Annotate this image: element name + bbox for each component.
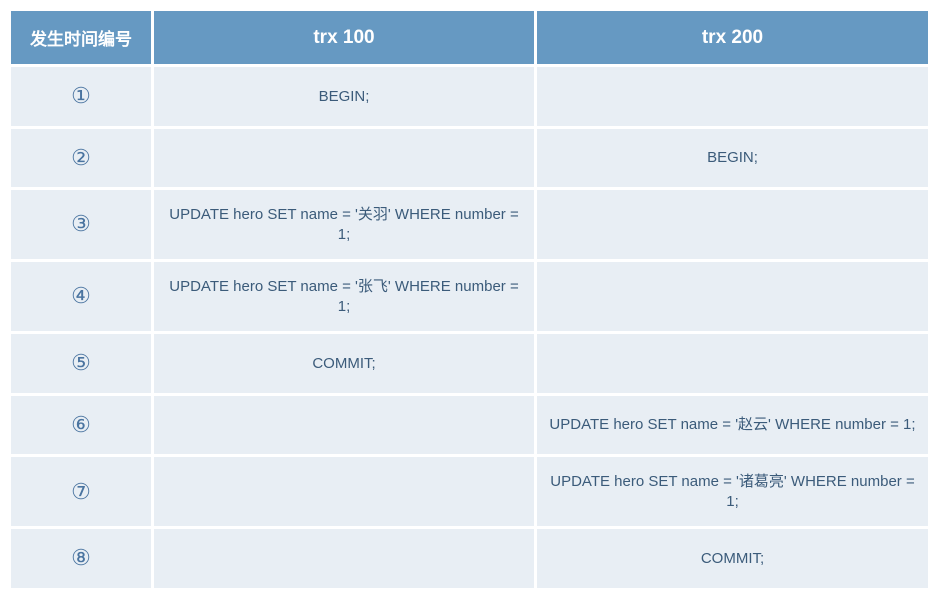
transaction-timeline-table: 发生时间编号 trx 100 trx 200 ① BEGIN; ② BEGIN;… [8, 8, 931, 591]
table-row: ① BEGIN; [11, 67, 928, 126]
cell-trx100 [154, 129, 534, 188]
row-index: ⑦ [11, 457, 151, 526]
cell-trx100 [154, 529, 534, 588]
cell-trx200: UPDATE hero SET name = '赵云' WHERE number… [537, 396, 928, 455]
row-index: ② [11, 129, 151, 188]
cell-trx200: UPDATE hero SET name = '诸葛亮' WHERE numbe… [537, 457, 928, 526]
table-row: ② BEGIN; [11, 129, 928, 188]
row-index: ④ [11, 262, 151, 331]
row-index: ⑤ [11, 334, 151, 393]
table-row: ⑧ COMMIT; [11, 529, 928, 588]
table-row: ⑤ COMMIT; [11, 334, 928, 393]
row-index: ⑧ [11, 529, 151, 588]
header-trx100: trx 100 [154, 11, 534, 64]
cell-trx200: COMMIT; [537, 529, 928, 588]
table-row: ⑥ UPDATE hero SET name = '赵云' WHERE numb… [11, 396, 928, 455]
row-index: ⑥ [11, 396, 151, 455]
cell-trx200 [537, 190, 928, 259]
row-index: ③ [11, 190, 151, 259]
row-index: ① [11, 67, 151, 126]
cell-trx100 [154, 396, 534, 455]
cell-trx200: BEGIN; [537, 129, 928, 188]
cell-trx200 [537, 262, 928, 331]
cell-trx200 [537, 67, 928, 126]
table-row: ③ UPDATE hero SET name = '关羽' WHERE numb… [11, 190, 928, 259]
header-trx200: trx 200 [537, 11, 928, 64]
cell-trx100: UPDATE hero SET name = '张飞' WHERE number… [154, 262, 534, 331]
table-row: ⑦ UPDATE hero SET name = '诸葛亮' WHERE num… [11, 457, 928, 526]
cell-trx100: BEGIN; [154, 67, 534, 126]
table-row: ④ UPDATE hero SET name = '张飞' WHERE numb… [11, 262, 928, 331]
cell-trx100: COMMIT; [154, 334, 534, 393]
cell-trx100: UPDATE hero SET name = '关羽' WHERE number… [154, 190, 534, 259]
header-time: 发生时间编号 [11, 11, 151, 64]
cell-trx100 [154, 457, 534, 526]
cell-trx200 [537, 334, 928, 393]
